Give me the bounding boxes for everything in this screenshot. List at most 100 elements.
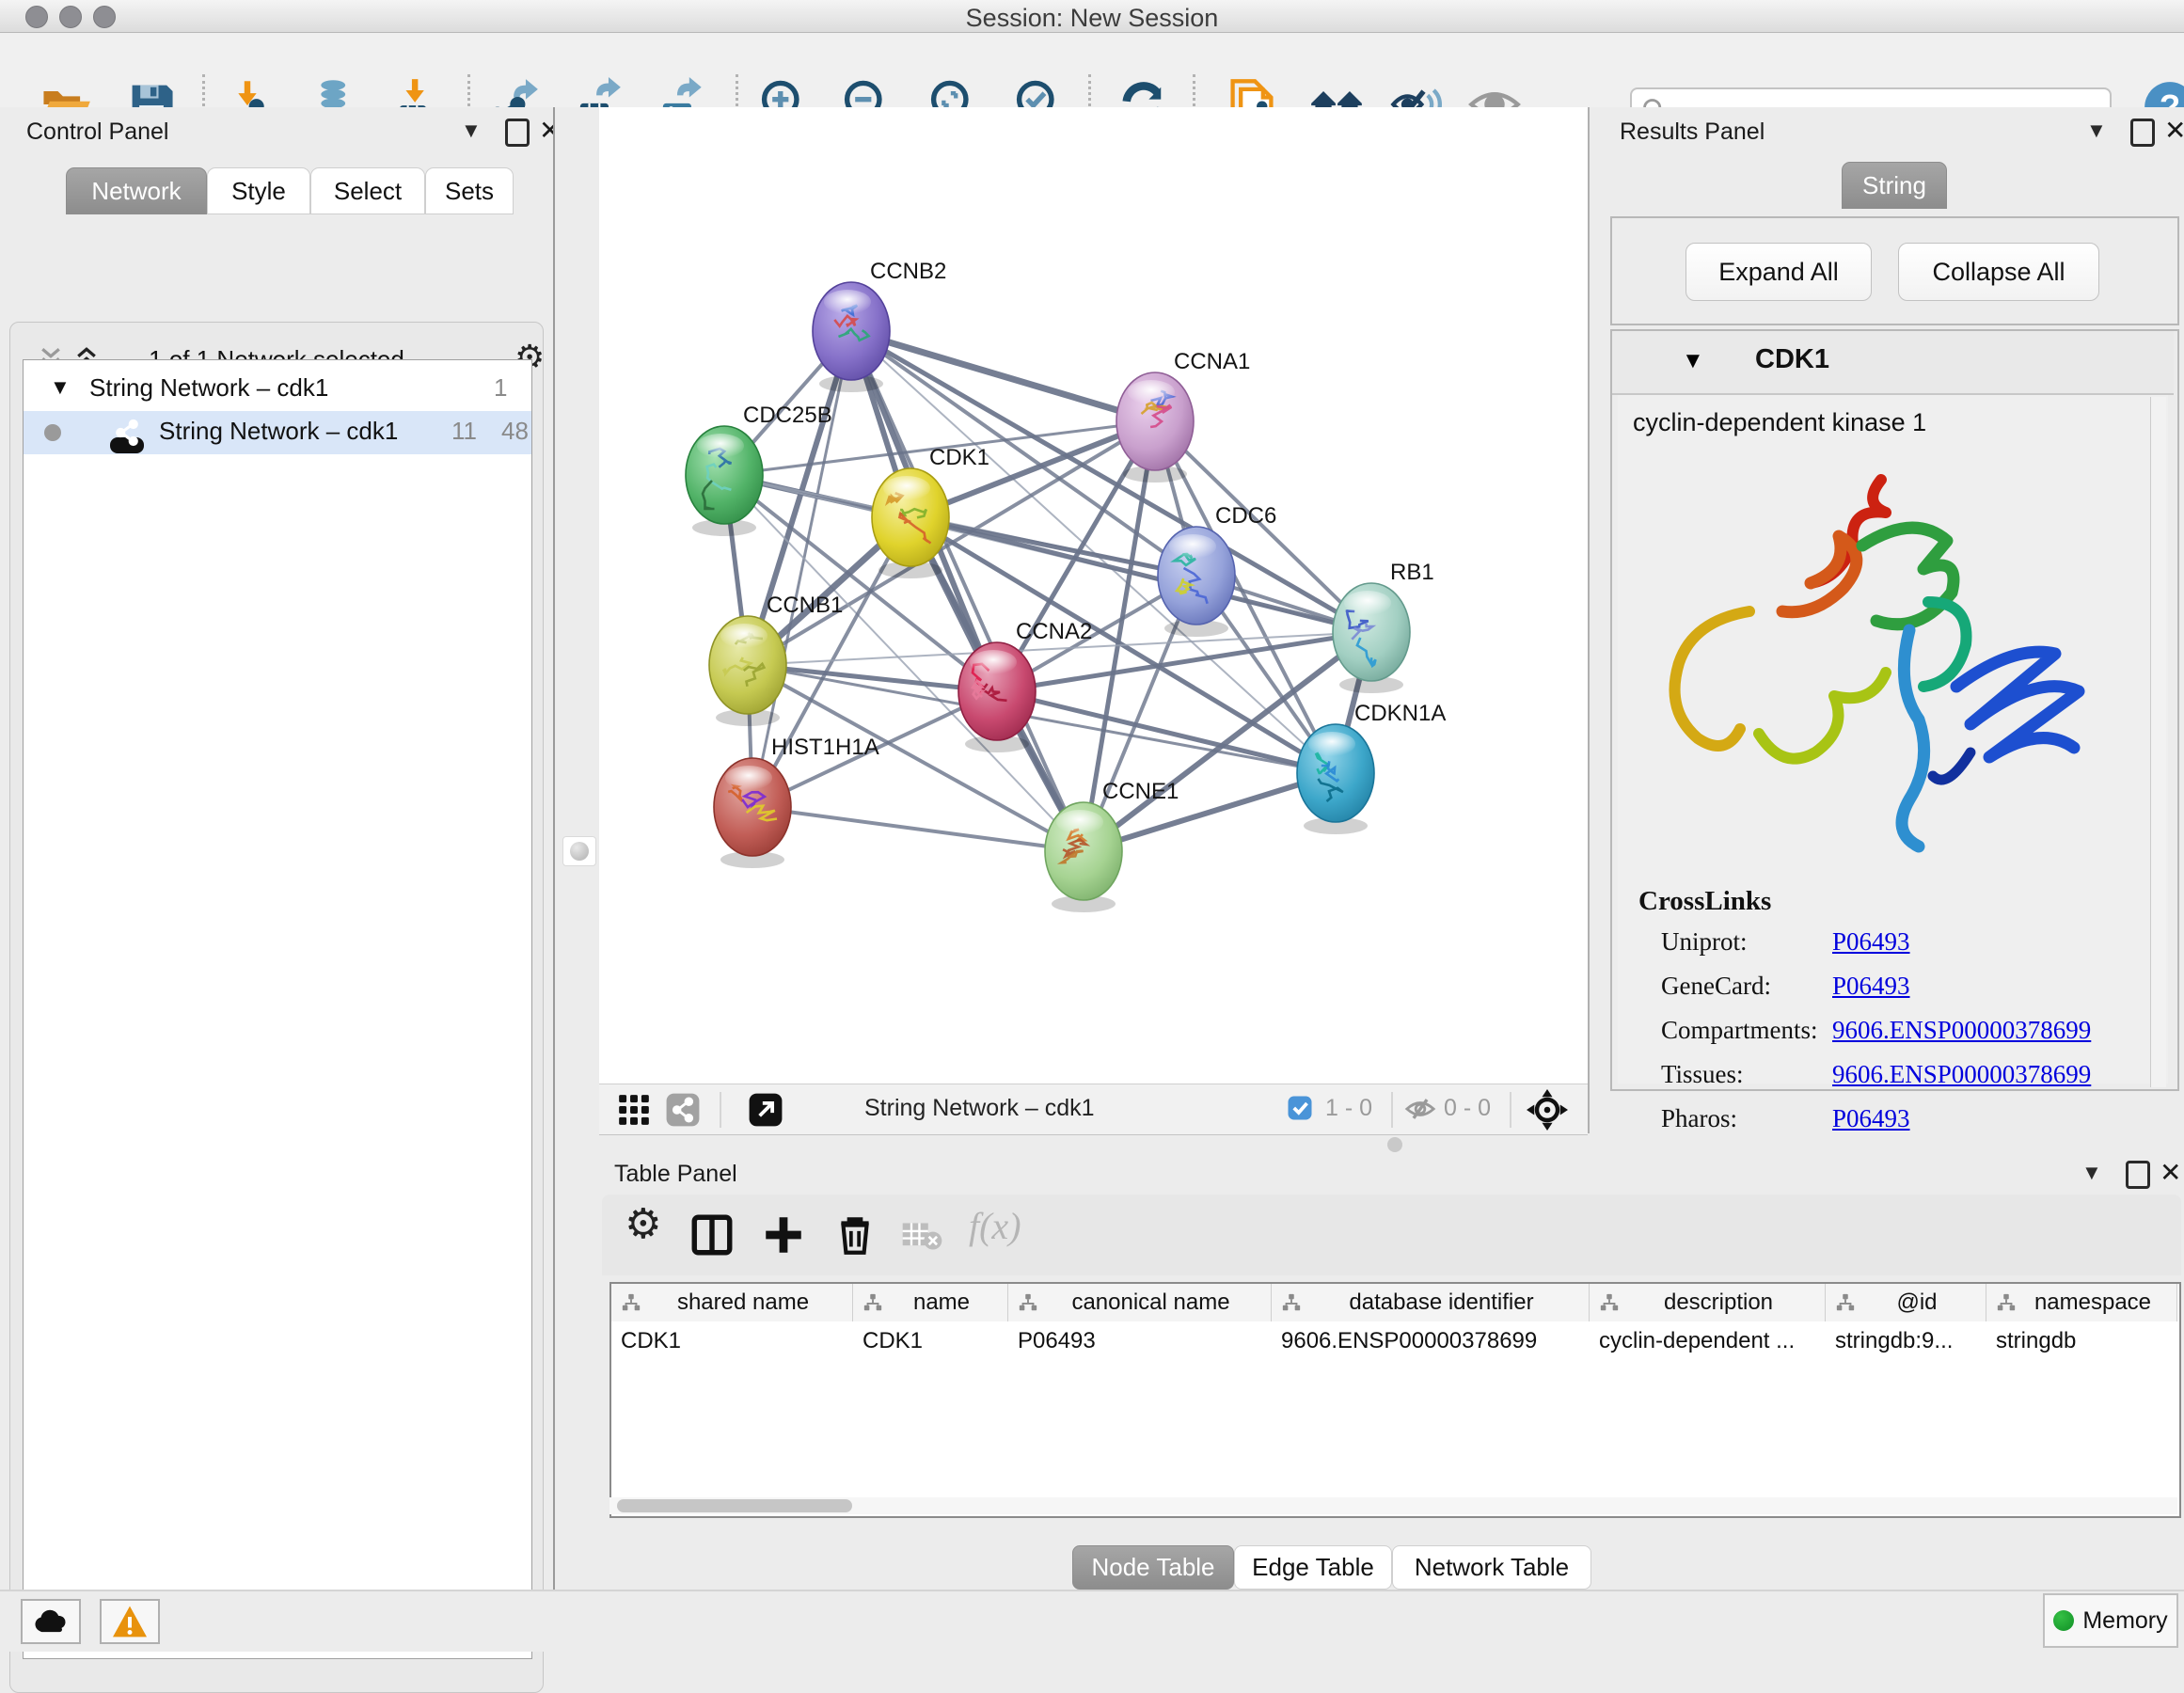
cloud-button[interactable] — [21, 1599, 81, 1644]
results-panel-collapse-icon[interactable]: ▼ — [2086, 119, 2107, 143]
control-panel-collapse-icon[interactable]: ▼ — [461, 119, 482, 143]
add-column-icon[interactable] — [760, 1211, 807, 1263]
results-panel-float-icon[interactable] — [2130, 119, 2155, 147]
delete-column-icon[interactable] — [831, 1211, 878, 1263]
edge-HIST1H1A-CCNE1[interactable] — [752, 807, 1084, 851]
table-cell[interactable]: P06493 — [1008, 1321, 1272, 1361]
left-splitter[interactable] — [553, 107, 601, 1590]
selected-counts: 1 - 0 — [1325, 1095, 1372, 1122]
node-CCNE1[interactable]: CCNE1 — [1045, 779, 1179, 912]
canvas-toolbar-divider — [720, 1092, 721, 1128]
network-row[interactable]: String Network – cdk1 11 48 — [24, 411, 531, 454]
column-header-namespace[interactable]: namespace — [1986, 1284, 2177, 1321]
crosslink-link[interactable]: P06493 — [1832, 1104, 1910, 1133]
gene-entry-header[interactable]: ▼ CDK1 — [1612, 331, 2174, 395]
tab-node-table[interactable]: Node Table — [1072, 1545, 1234, 1590]
node-HIST1H1A[interactable]: HIST1H1A — [714, 735, 879, 868]
table-cell[interactable]: 9606.ENSP00000378699 — [1272, 1321, 1590, 1361]
node-label-CDC6: CDC6 — [1215, 503, 1276, 529]
table-horizontal-scrollbar[interactable] — [609, 1497, 2177, 1514]
tab-network-table[interactable]: Network Table — [1392, 1545, 1591, 1590]
gene-expander-icon[interactable]: ▼ — [1682, 348, 1704, 374]
table-cell[interactable]: CDK1 — [611, 1321, 853, 1361]
crosslink-label: Compartments: — [1661, 1016, 1817, 1045]
network-canvas[interactable]: CCNB2CCNA1CDC25BCDK1CDC6RB1CCNB1CCNA2CDK… — [599, 107, 1588, 1084]
memory-button[interactable]: Memory — [2043, 1593, 2178, 1648]
crosslink-link[interactable]: 9606.ENSP00000378699 — [1832, 1060, 2091, 1089]
open-in-browser-icon[interactable] — [748, 1092, 783, 1132]
table-panel-float-icon[interactable] — [2126, 1161, 2150, 1189]
warnings-button[interactable] — [100, 1599, 160, 1644]
gene-entry-content: cyclin-dependent kinase 1 CrossLinks Uni… — [1618, 395, 2168, 1084]
network-node-count: 11 — [451, 417, 477, 446]
canvas-network-name: String Network – cdk1 — [864, 1095, 1095, 1122]
tab-style[interactable]: Style — [207, 167, 310, 214]
column-header-canonical-name[interactable]: canonical name — [1008, 1284, 1272, 1321]
birdseye-view-icon[interactable] — [1527, 1089, 1568, 1135]
bottom-splitter-handle[interactable] — [1387, 1137, 1402, 1152]
left-splitter-handle[interactable] — [562, 836, 596, 866]
crosslink-link[interactable]: P06493 — [1832, 972, 1910, 1001]
tab-sets[interactable]: Sets — [425, 167, 514, 214]
string-view-icon[interactable] — [665, 1092, 701, 1132]
network-collection-row[interactable]: ▼ String Network – cdk1 1 — [24, 368, 531, 411]
node-label-CCNA2: CCNA2 — [1016, 619, 1092, 644]
column-header--id[interactable]: @id — [1826, 1284, 1986, 1321]
tab-string[interactable]: String — [1842, 162, 1947, 209]
table-cell[interactable]: CDK1 — [853, 1321, 1008, 1361]
table-cell[interactable]: stringdb:9... — [1826, 1321, 1986, 1361]
crosslink-label: GeneCard: — [1661, 972, 1771, 1001]
table-cell[interactable]: cyclin-dependent ... — [1590, 1321, 1826, 1361]
results-panel-close-icon[interactable]: ✕ — [2164, 115, 2184, 146]
column-header-shared-name[interactable]: shared name — [611, 1284, 853, 1321]
collection-expander-icon[interactable]: ▼ — [50, 375, 71, 400]
crosslink-link[interactable]: P06493 — [1832, 927, 1910, 957]
node-gloss-highlight — [697, 434, 744, 458]
crosslink-link[interactable]: 9606.ENSP00000378699 — [1832, 1016, 2091, 1045]
collapse-all-button[interactable]: Collapse All — [1898, 243, 2099, 301]
column-header-database-identifier[interactable]: database identifier — [1272, 1284, 1590, 1321]
table-options-gear-icon[interactable]: ⚙ — [625, 1200, 661, 1248]
node-CDK1[interactable]: CDK1 — [872, 445, 989, 578]
table-cell[interactable]: stringdb — [1986, 1321, 2177, 1361]
control-panel-tabs: NetworkStyleSelectSets — [66, 167, 514, 214]
table-panel-close-icon[interactable]: ✕ — [2160, 1157, 2181, 1188]
tab-select[interactable]: Select — [310, 167, 425, 214]
string-network-icon — [110, 437, 144, 453]
selected-checkbox-icon[interactable] — [1286, 1094, 1314, 1127]
node-label-CCNA1: CCNA1 — [1174, 349, 1250, 374]
node-CDC6[interactable]: CDC6 — [1158, 503, 1276, 637]
network-graph[interactable]: CCNB2CCNA1CDC25BCDK1CDC6RB1CCNB1CCNA2CDK… — [599, 107, 1588, 1084]
protein-structure-image[interactable] — [1646, 461, 2116, 865]
hidden-counts: 0 - 0 — [1444, 1095, 1491, 1122]
edge-CCNB2-CCNA1[interactable] — [851, 331, 1155, 421]
node-RB1[interactable]: RB1 — [1333, 560, 1434, 693]
show-columns-icon[interactable] — [688, 1211, 736, 1263]
edge-CCNB2-CCNE1[interactable] — [851, 331, 1084, 851]
column-header-description[interactable]: description — [1590, 1284, 1826, 1321]
tab-network[interactable]: Network — [66, 167, 207, 214]
canvas-toolbar-divider — [1510, 1092, 1511, 1128]
control-panel-title: Control Panel — [26, 119, 168, 146]
control-panel-float-icon[interactable] — [505, 119, 530, 147]
results-buttons-box: Expand All Collapse All — [1610, 216, 2179, 325]
grid-view-icon[interactable] — [616, 1092, 652, 1132]
column-header-name[interactable]: name — [853, 1284, 1008, 1321]
node-CDKN1A[interactable]: CDKN1A — [1297, 701, 1446, 834]
node-CCNA1[interactable]: CCNA1 — [1116, 349, 1250, 483]
node-label-CDC25B: CDC25B — [743, 403, 832, 428]
current-network-indicator — [44, 424, 61, 441]
table-panel-collapse-icon[interactable]: ▼ — [2081, 1161, 2102, 1185]
table-scrollbar-thumb[interactable] — [617, 1499, 852, 1512]
node-label-CDKN1A: CDKN1A — [1354, 701, 1446, 726]
expand-all-button[interactable]: Expand All — [1685, 243, 1872, 301]
node-gloss-highlight — [824, 290, 871, 314]
bottom-splitter[interactable] — [599, 1133, 2184, 1157]
status-bar: Memory — [0, 1590, 2184, 1652]
function-builder-icon: f(x) — [969, 1204, 1021, 1248]
results-scrollbar[interactable] — [2150, 397, 2166, 1087]
crosslink-label: Pharos: — [1661, 1104, 1737, 1133]
tab-edge-table[interactable]: Edge Table — [1234, 1545, 1392, 1590]
results-panel: Results Panel ▼ ✕ String Expand All Coll… — [1599, 107, 2184, 1133]
node-label-CCNB2: CCNB2 — [870, 259, 946, 284]
